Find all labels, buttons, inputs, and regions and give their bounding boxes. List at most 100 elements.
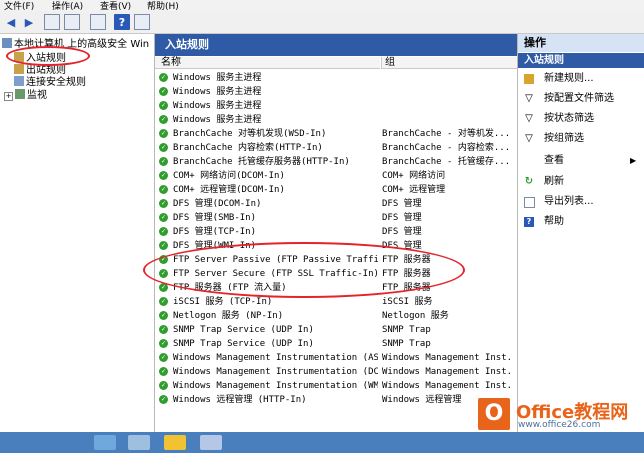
help-icon: ? — [524, 217, 534, 227]
watermark-url: www.office26.com — [518, 420, 601, 430]
enabled-check-icon: ✓ — [159, 395, 168, 404]
rule-name: COM+ 远程管理(DCOM-In) — [173, 185, 285, 195]
actions-pane: 操作 入站规则 新建规则... ▽ 按配置文件筛选 ▽ 按状态筛选 ▽ 按组筛选 查看… — [518, 34, 644, 432]
filter-icon: ▽ — [525, 113, 533, 124]
actions-title: 操作 — [518, 34, 644, 52]
rule-group: DFS 管理 — [382, 213, 422, 223]
enabled-check-icon: ✓ — [159, 353, 168, 362]
rule-name: Windows 远程管理 (HTTP-In) — [173, 395, 307, 405]
rule-name: SNMP Trap Service (UDP In) — [173, 339, 314, 349]
console-icon[interactable] — [134, 14, 150, 30]
table-row[interactable]: ✓ Windows 服务主进程 — [155, 113, 517, 127]
action-filter-group[interactable]: ▽ 按组筛选 — [518, 131, 644, 147]
tree-item-connection-security[interactable]: 连接安全规则 — [14, 76, 86, 88]
forward-icon[interactable]: ▶ — [21, 14, 37, 30]
rule-group: iSCSI 服务 — [382, 297, 433, 307]
column-header-group[interactable]: 组 — [381, 57, 517, 69]
rule-name: BranchCache 对等机发现(WSD-In) — [173, 129, 327, 139]
back-icon[interactable]: ◀ — [3, 14, 19, 30]
table-row[interactable]: ✓ DFS 管理(DCOM-In) DFS 管理 — [155, 197, 517, 211]
table-row[interactable]: ✓ DFS 管理(SMB-In) DFS 管理 — [155, 211, 517, 225]
enabled-check-icon: ✓ — [159, 339, 168, 348]
filter-icon: ▽ — [525, 133, 533, 144]
actions-subtitle: 入站规则 — [518, 53, 644, 68]
rule-name: BranchCache 内容检索(HTTP-In) — [173, 143, 323, 153]
office-logo-icon: O — [478, 398, 510, 430]
enabled-check-icon: ✓ — [159, 213, 168, 222]
enabled-check-icon: ✓ — [159, 87, 168, 96]
expand-icon[interactable]: + — [4, 92, 13, 101]
table-row[interactable]: ✓ Windows 服务主进程 — [155, 99, 517, 113]
rules-list-pane: 入站规则 名称 组 ✓ Windows 服务主进程 ✓ Windows 服务主进程 ✓ W… — [155, 34, 518, 432]
connection-icon — [14, 76, 24, 86]
rule-group: Netlogon 服务 — [382, 311, 449, 321]
rule-group: SNMP Trap — [382, 339, 431, 349]
firewall-icon — [2, 38, 12, 48]
enabled-check-icon: ✓ — [159, 199, 168, 208]
action-export-list[interactable]: 导出列表... — [518, 194, 644, 210]
table-row[interactable]: ✓ BranchCache 托管缓存服务器(HTTP-In) BranchCache… — [155, 155, 517, 169]
table-row[interactable]: ✓ Netlogon 服务 (NP-In) Netlogon 服务 — [155, 309, 517, 323]
rule-name: SNMP Trap Service (UDP In) — [173, 325, 314, 335]
table-row[interactable]: ✓ SNMP Trap Service (UDP In) SNMP Trap — [155, 323, 517, 337]
action-refresh[interactable]: ↻ 刷新 — [518, 174, 644, 190]
rule-group: BranchCache - 托管缓存... — [382, 157, 511, 167]
column-header-name[interactable]: 名称 — [155, 57, 380, 69]
table-row[interactable]: ✓ Windows Management Instrumentation (DC.… — [155, 365, 517, 379]
toolbar: ◀ ▶ ? — [0, 11, 644, 34]
enabled-check-icon: ✓ — [159, 185, 168, 194]
enabled-check-icon: ✓ — [159, 241, 168, 250]
table-row[interactable]: ✓ Windows 远程管理 (HTTP-In) Windows 远程管理 — [155, 393, 517, 407]
taskbar-app-icon[interactable] — [94, 435, 116, 450]
tree-pane: 本地计算机 上的高级安全 Win 入站规则 出站规则 连接安全规则 + 监视 — [0, 34, 155, 432]
tree-item-monitor[interactable]: + 监视 — [4, 89, 47, 101]
table-row[interactable]: ✓ Windows Management Instrumentation (WM.… — [155, 379, 517, 393]
filter-icon: ▽ — [525, 93, 533, 104]
rule-name: Windows Management Instrumentation (WM..… — [173, 381, 378, 391]
rule-name: Windows 服务主进程 — [173, 87, 262, 97]
new-rule-icon — [524, 74, 534, 84]
table-row[interactable]: ✓ Windows 服务主进程 — [155, 85, 517, 99]
taskbar-app-icon[interactable] — [128, 435, 150, 450]
action-help[interactable]: ? 帮助 — [518, 214, 644, 230]
action-filter-state[interactable]: ▽ 按状态筛选 — [518, 111, 644, 127]
rule-group: Windows Management Inst... — [382, 381, 512, 391]
enabled-check-icon: ✓ — [159, 157, 168, 166]
watermark: O Office教程网 www.office26.com — [478, 398, 642, 432]
enabled-check-icon: ✓ — [159, 171, 168, 180]
enabled-check-icon: ✓ — [159, 115, 168, 124]
submenu-arrow-icon: ▶ — [630, 156, 637, 165]
up-icon[interactable] — [44, 14, 60, 30]
rule-group: Windows Management Inst... — [382, 353, 512, 363]
menu-bar: 文件(F) 操作(A) 查看(V) 帮助(H) — [0, 0, 644, 12]
table-row[interactable]: ✓ Windows Management Instrumentation (AS.… — [155, 351, 517, 365]
action-new-rule[interactable]: 新建规则... — [518, 71, 644, 87]
rule-name: Windows 服务主进程 — [173, 101, 262, 111]
table-row[interactable]: ✓ COM+ 网络访问(DCOM-In) COM+ 网络访问 — [155, 169, 517, 183]
rule-group: COM+ 远程管理 — [382, 185, 446, 195]
rule-name: Netlogon 服务 (NP-In) — [173, 311, 284, 321]
action-view[interactable]: 查看 ▶ — [518, 153, 644, 169]
table-row[interactable]: ✓ Windows 服务主进程 — [155, 71, 517, 85]
table-row[interactable]: ✓ DFS 管理(TCP-In) DFS 管理 — [155, 225, 517, 239]
enabled-check-icon: ✓ — [159, 325, 168, 334]
table-row[interactable]: ✓ BranchCache 内容检索(HTTP-In) BranchCache - … — [155, 141, 517, 155]
table-row[interactable]: ✓ SNMP Trap Service (UDP In) SNMP Trap — [155, 337, 517, 351]
annotation-circle-inbound — [6, 46, 90, 66]
rule-name: Windows Management Instrumentation (DC..… — [173, 367, 378, 377]
rule-group: SNMP Trap — [382, 325, 431, 335]
action-filter-profile[interactable]: ▽ 按配置文件筛选 — [518, 91, 644, 107]
table-row[interactable]: ✓ BranchCache 对等机发现(WSD-In) BranchCache - … — [155, 127, 517, 141]
monitor-icon — [15, 89, 25, 99]
export-icon[interactable] — [90, 14, 106, 30]
show-tree-icon[interactable] — [64, 14, 80, 30]
enabled-check-icon: ✓ — [159, 381, 168, 390]
taskbar-app-icon[interactable] — [164, 435, 186, 450]
help-icon[interactable]: ? — [114, 14, 130, 30]
enabled-check-icon: ✓ — [159, 129, 168, 138]
enabled-check-icon: ✓ — [159, 367, 168, 376]
table-row[interactable]: ✓ COM+ 远程管理(DCOM-In) COM+ 远程管理 — [155, 183, 517, 197]
rule-name: Windows Management Instrumentation (AS..… — [173, 353, 378, 363]
rule-group: Windows Management Inst... — [382, 367, 512, 377]
taskbar-app-icon[interactable] — [200, 435, 222, 450]
